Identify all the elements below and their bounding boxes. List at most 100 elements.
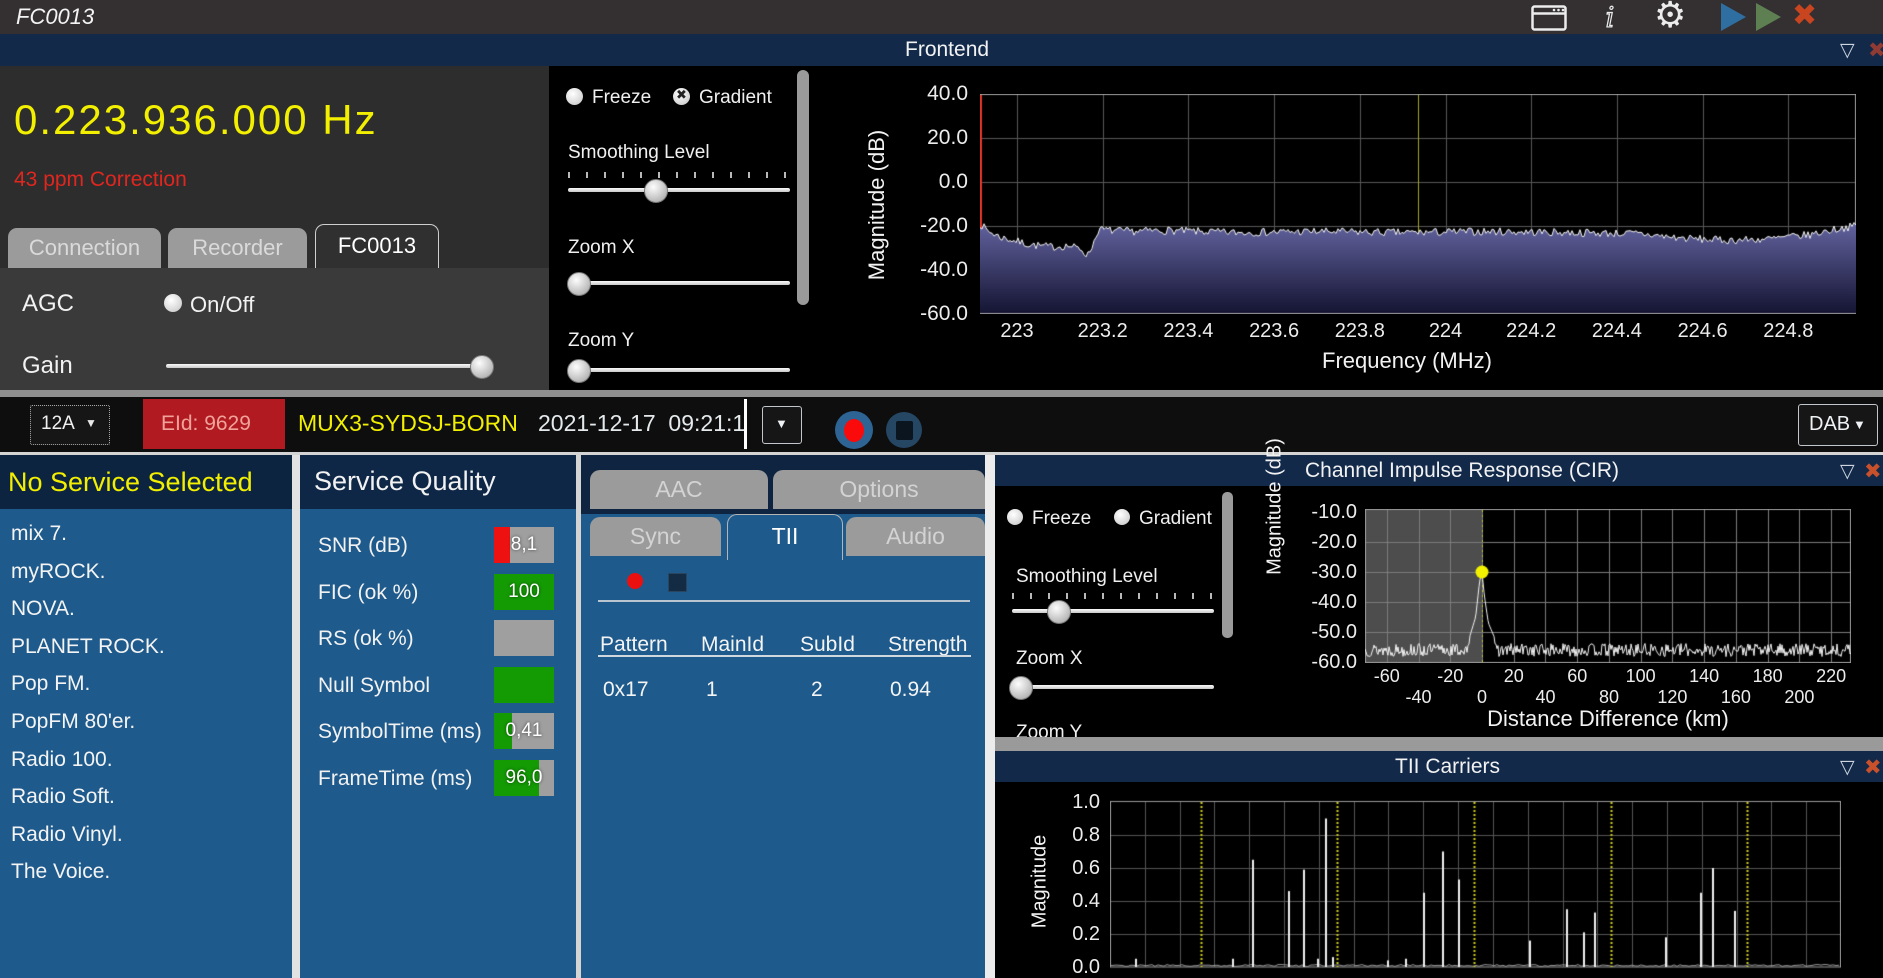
spectrum-x-tick: 224.2 — [1496, 320, 1566, 343]
cir-collapse-icon[interactable]: ▽ — [1840, 460, 1855, 483]
service-list-item[interactable]: Pop FM. — [0, 665, 292, 703]
play-icon-blue[interactable] — [1721, 3, 1746, 31]
sync-indicator-square — [668, 573, 687, 592]
quality-bar — [494, 667, 554, 703]
tab-connection[interactable]: Connection — [8, 228, 161, 268]
service-list-scrollbar[interactable] — [292, 455, 300, 978]
freeze-radio[interactable] — [566, 88, 583, 105]
gradient-label: Gradient — [699, 87, 772, 109]
spectrum-x-tick: 223.6 — [1239, 320, 1309, 343]
cir-smoothing-slider[interactable] — [1012, 609, 1214, 613]
frontend-collapse-icon[interactable]: ▽ — [1840, 39, 1855, 62]
service-list-item[interactable]: NOVA. — [0, 590, 292, 628]
service-list-item[interactable]: Radio Soft. — [0, 778, 292, 816]
cir-x-tick: 200 — [1769, 687, 1829, 708]
table-header: Strength — [888, 633, 967, 657]
service-list-header: No Service Selected — [0, 455, 292, 509]
cir-smoothing-slider-thumb[interactable] — [1047, 600, 1071, 624]
cir-close-icon[interactable]: ✖ — [1864, 459, 1882, 484]
cir-x-tick: 20 — [1484, 666, 1544, 687]
zoom-x-slider[interactable] — [568, 281, 790, 285]
window-title: FC0013 — [16, 4, 94, 30]
cir-x-tick: 220 — [1801, 666, 1861, 687]
sync-indicator-dot — [627, 573, 643, 589]
tii-y-tick: 0.8 — [1032, 824, 1100, 847]
cir-gradient-radio[interactable] — [1114, 509, 1130, 525]
spectrum-x-axis-title: Frequency (MHz) — [1267, 348, 1547, 374]
frontend-close-icon[interactable]: ✖ — [1868, 38, 1883, 63]
tab-fc0013[interactable]: FC0013 — [315, 224, 439, 269]
divider — [985, 455, 995, 978]
divider — [0, 390, 1883, 397]
cir-x-tick: 120 — [1642, 687, 1702, 708]
gradient-radio[interactable]: ✖ — [673, 88, 690, 105]
gain-slider-thumb[interactable] — [470, 355, 494, 379]
cir-zoom-x-slider[interactable] — [1012, 685, 1214, 689]
ppm-correction: 43 ppm Correction — [14, 168, 187, 192]
smoothing-slider[interactable] — [568, 188, 790, 192]
tab-audio[interactable]: Audio — [846, 517, 985, 556]
close-icon[interactable]: ✖ — [1792, 0, 1817, 33]
cir-x-tick: 100 — [1611, 666, 1671, 687]
spectrum-x-tick: 224 — [1411, 320, 1481, 343]
service-list-item[interactable]: PopFM 80'er. — [0, 703, 292, 741]
tii-y-tick: 0.0 — [1032, 956, 1100, 978]
cir-freeze-radio[interactable] — [1007, 509, 1023, 525]
tab-sync[interactable]: Sync — [590, 517, 721, 556]
tii-collapse-icon[interactable]: ▽ — [1840, 756, 1855, 779]
quality-value: 0,41 — [494, 713, 554, 749]
service-list-item[interactable]: mix 7. — [0, 515, 292, 553]
tii-close-icon[interactable]: ✖ — [1864, 755, 1882, 780]
window-icon[interactable] — [1531, 5, 1567, 31]
agc-radio[interactable] — [164, 294, 182, 312]
table-header: Pattern — [600, 633, 668, 657]
cir-plot — [1365, 509, 1851, 663]
cir-scrollbar[interactable] — [1222, 492, 1233, 638]
service-list-item[interactable]: PLANET ROCK. — [0, 628, 292, 666]
gain-slider[interactable] — [166, 364, 480, 368]
stop-button[interactable] — [886, 412, 922, 448]
chevron-down-icon: ▼ — [775, 416, 788, 431]
cir-x-tick: -20 — [1420, 666, 1480, 687]
channel-dropdown[interactable]: 12A ▼ — [30, 405, 110, 445]
info-icon[interactable]: i — [1599, 2, 1621, 32]
cir-gradient-label: Gradient — [1139, 508, 1212, 530]
smoothing-slider-thumb[interactable] — [644, 179, 668, 203]
zoom-y-slider-thumb[interactable] — [567, 359, 591, 383]
zoom-y-slider[interactable] — [568, 368, 790, 372]
divider[interactable] — [995, 737, 1883, 751]
zoom-x-slider-thumb[interactable] — [567, 272, 591, 296]
service-list-item[interactable]: myROCK. — [0, 553, 292, 591]
cir-x-tick: 60 — [1547, 666, 1607, 687]
tab-tii[interactable]: TII — [727, 514, 843, 560]
cir-x-tick: 140 — [1674, 666, 1734, 687]
cir-x-tick: 80 — [1579, 687, 1639, 708]
service-list-item[interactable]: The Voice. — [0, 853, 292, 891]
quality-bar — [494, 620, 554, 656]
service-list-item[interactable]: Radio 100. — [0, 741, 292, 779]
mode-dropdown[interactable]: DAB ▼ — [1798, 404, 1878, 446]
record-button[interactable] — [835, 411, 873, 449]
svg-text:i: i — [1606, 2, 1615, 32]
gear-icon[interactable]: ⚙ — [1654, 0, 1686, 36]
spectrum-x-tick: 223.8 — [1325, 320, 1395, 343]
frontend-title: Frontend — [905, 38, 989, 62]
spectrum-y-tick: -40.0 — [880, 258, 968, 282]
ensemble-name: MUX3-SYDSJ-BORN — [298, 410, 518, 437]
play-icon-green[interactable] — [1756, 3, 1781, 31]
quality-value: 96,0 — [494, 760, 554, 796]
divider — [598, 600, 970, 602]
recording-dropdown[interactable]: ▼ — [762, 406, 802, 444]
quality-row-label: Null Symbol — [318, 674, 430, 698]
cir-x-tick: 180 — [1738, 666, 1798, 687]
tab-options[interactable]: Options — [773, 470, 985, 509]
spectrum-x-tick: 223.4 — [1153, 320, 1223, 343]
cir-zoom-x-slider-thumb[interactable] — [1009, 676, 1033, 700]
frontend-scrollbar[interactable] — [797, 70, 809, 305]
tab-recorder[interactable]: Recorder — [168, 228, 307, 268]
quality-bar: 0,41 — [494, 713, 554, 749]
spectrum-y-tick: -20.0 — [880, 214, 968, 238]
frontend-header: Frontend ▽ ✖ — [0, 34, 1883, 66]
service-list-item[interactable]: Radio Vinyl. — [0, 816, 292, 854]
tab-aac[interactable]: AAC — [590, 470, 768, 509]
